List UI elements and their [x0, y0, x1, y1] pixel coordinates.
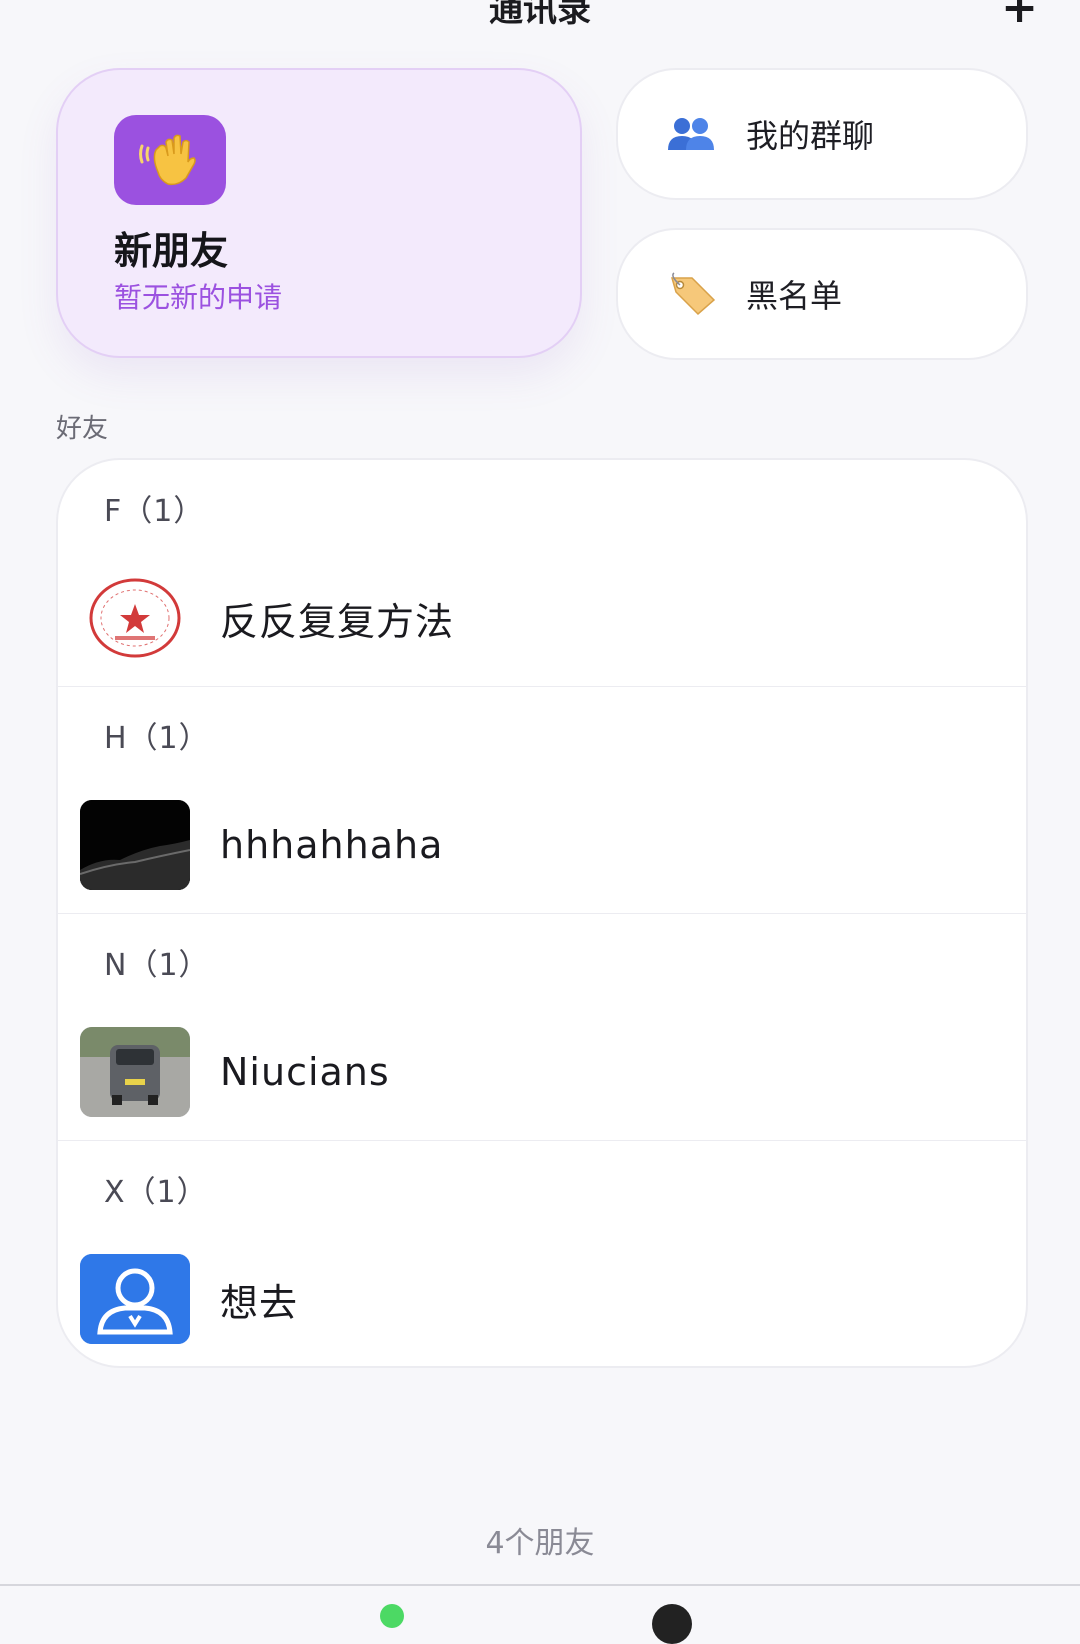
- top-bar: 通讯录 +: [0, 0, 1080, 40]
- group-letter: F（1）: [104, 494, 205, 529]
- waving-hand-icon: [114, 115, 226, 205]
- tab-icon-contacts[interactable]: [652, 1604, 692, 1644]
- my-groups-label: 我的群聊: [746, 117, 875, 155]
- dark-landscape-avatar: [80, 800, 190, 890]
- contact-name: 想去: [220, 1280, 299, 1325]
- contact-row[interactable]: 想去: [80, 1253, 1010, 1345]
- bottom-tab-bar: [0, 1586, 1080, 1644]
- contact-group-h: H（1） hhhahhaha: [58, 687, 1026, 914]
- new-friends-title: 新朋友: [114, 229, 229, 273]
- blacklist-label: 黑名单: [746, 277, 843, 315]
- add-contact-button[interactable]: +: [1001, 0, 1038, 30]
- tag-label-icon: [662, 272, 722, 316]
- group-letter: N（1）: [104, 948, 210, 983]
- blacklist-card[interactable]: 黑名单: [616, 228, 1028, 360]
- group-letter: H（1）: [104, 721, 210, 756]
- red-seal-avatar: [80, 573, 190, 663]
- default-person-avatar: [80, 1254, 190, 1344]
- contact-name: 反反复复方法: [220, 599, 455, 644]
- friends-list: F（1） 反反复复方法 H（1） hhhahhaha N（1） Niucians…: [56, 458, 1028, 1368]
- contact-name: Niucians: [220, 1050, 390, 1094]
- contact-group-x: X（1） 想去: [58, 1141, 1026, 1366]
- page-title: 通讯录: [489, 0, 591, 30]
- contact-group-n: N（1） Niucians: [58, 914, 1026, 1141]
- group-users-icon: [662, 114, 722, 154]
- contact-row[interactable]: Niucians: [80, 1026, 1010, 1118]
- car-photo-avatar: [80, 1027, 190, 1117]
- contact-group-f: F（1） 反反复复方法: [58, 460, 1026, 687]
- my-groups-card[interactable]: 我的群聊: [616, 68, 1028, 200]
- tab-icon-chats[interactable]: [380, 1604, 404, 1628]
- friends-count: 4个朋友: [485, 1526, 595, 1561]
- contact-name: hhhahhaha: [220, 823, 444, 867]
- friends-section-label: 好友: [56, 414, 109, 444]
- new-friends-subtitle: 暂无新的申请: [114, 281, 283, 314]
- new-friends-card[interactable]: 新朋友 暂无新的申请: [56, 68, 582, 358]
- contact-row[interactable]: hhhahhaha: [80, 799, 1010, 891]
- group-letter: X（1）: [104, 1175, 208, 1210]
- contact-row[interactable]: 反反复复方法: [80, 572, 1010, 664]
